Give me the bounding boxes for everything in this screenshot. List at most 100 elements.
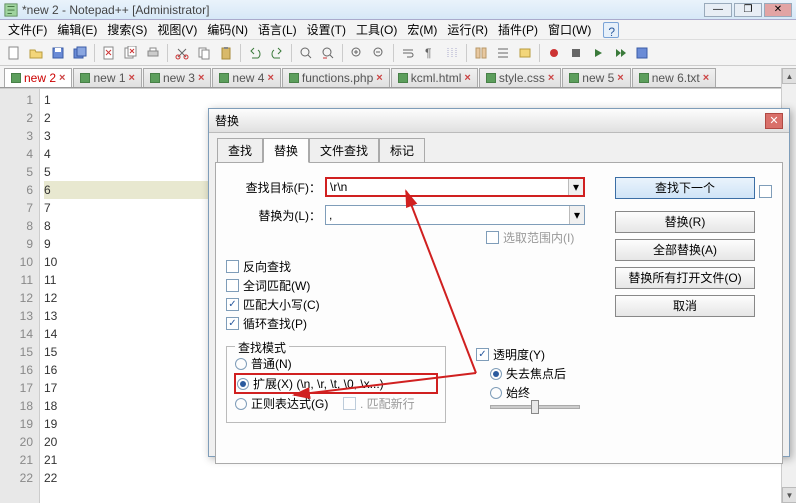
chevron-down-icon[interactable]: ▾ xyxy=(569,206,584,224)
menu-macro[interactable]: 宏(M) xyxy=(403,19,441,40)
tab-kcml-html[interactable]: kcml.html× xyxy=(391,68,478,87)
wrap-label: 循环查找(P) xyxy=(243,315,307,332)
dialog-tab-文件查找[interactable]: 文件查找 xyxy=(309,138,379,163)
tab-new-1[interactable]: new 1× xyxy=(73,68,141,87)
in-selection-checkbox[interactable] xyxy=(486,231,499,244)
tab-style-css[interactable]: style.css× xyxy=(479,68,561,87)
menu-file[interactable]: 文件(F) xyxy=(4,19,51,40)
dialog-tab-查找[interactable]: 查找 xyxy=(217,138,263,163)
replace-input[interactable] xyxy=(329,208,581,222)
regex-newline-checkbox[interactable] xyxy=(343,397,356,410)
find-next-extra-checkbox[interactable] xyxy=(759,185,772,198)
play-multi-icon[interactable] xyxy=(610,43,630,63)
find-icon[interactable] xyxy=(296,43,316,63)
file-icon xyxy=(569,73,579,83)
mode-normal-radio[interactable] xyxy=(235,358,247,370)
dialog-titlebar[interactable]: 替换 ✕ xyxy=(209,109,789,133)
close-icon[interactable]: × xyxy=(129,72,135,84)
menu-edit[interactable]: 编辑(E) xyxy=(53,19,101,40)
transparency-slider[interactable] xyxy=(490,405,580,409)
mode-regex-radio[interactable] xyxy=(235,398,247,410)
find-combobox[interactable]: ▾ xyxy=(325,177,585,197)
maximize-button[interactable]: ❐ xyxy=(734,3,762,17)
show-all-chars-icon[interactable]: ¶ xyxy=(420,43,440,63)
close-icon[interactable]: × xyxy=(198,72,204,84)
close-all-icon[interactable] xyxy=(121,43,141,63)
find-next-button[interactable]: 查找下一个 xyxy=(615,177,755,199)
close-icon[interactable]: × xyxy=(548,72,554,84)
redo-icon[interactable] xyxy=(267,43,287,63)
chevron-down-icon[interactable]: ▾ xyxy=(568,179,583,195)
file-icon xyxy=(150,73,160,83)
tab-new-6-txt[interactable]: new 6.txt× xyxy=(632,68,716,87)
close-button[interactable]: ✕ xyxy=(764,3,792,17)
on-lose-focus-label: 失去焦点后 xyxy=(506,365,566,382)
cancel-button[interactable]: 取消 xyxy=(615,295,755,317)
replace-combobox[interactable]: ▾ xyxy=(325,205,585,225)
on-lose-focus-radio[interactable] xyxy=(490,368,502,380)
tab-new-5[interactable]: new 5× xyxy=(562,68,630,87)
replace-label: 替换为(L)： xyxy=(226,207,321,224)
tab-new-4[interactable]: new 4× xyxy=(212,68,280,87)
find-input[interactable] xyxy=(330,180,580,194)
menu-run[interactable]: 运行(R) xyxy=(443,19,492,40)
transparency-checkbox[interactable] xyxy=(476,348,489,361)
undo-icon[interactable] xyxy=(245,43,265,63)
scroll-up-icon[interactable]: ▲ xyxy=(782,68,796,84)
indent-guide-icon[interactable] xyxy=(442,43,462,63)
menu-search[interactable]: 搜索(S) xyxy=(103,19,151,40)
menu-encoding[interactable]: 编码(N) xyxy=(203,19,252,40)
scroll-down-icon[interactable]: ▼ xyxy=(782,487,796,503)
menu-settings[interactable]: 设置(T) xyxy=(303,19,350,40)
copy-icon[interactable] xyxy=(194,43,214,63)
save-macro-icon[interactable] xyxy=(632,43,652,63)
dialog-close-button[interactable]: ✕ xyxy=(765,113,783,129)
wrap-icon[interactable] xyxy=(398,43,418,63)
record-macro-icon[interactable] xyxy=(544,43,564,63)
paste-icon[interactable] xyxy=(216,43,236,63)
menu-tools[interactable]: 工具(O) xyxy=(352,19,401,40)
close-icon[interactable]: × xyxy=(464,72,470,84)
file-icon xyxy=(80,73,90,83)
menu-language[interactable]: 语言(L) xyxy=(254,19,301,40)
tab-functions-php[interactable]: functions.php× xyxy=(282,68,390,87)
close-icon[interactable]: × xyxy=(267,72,273,84)
close-icon[interactable]: × xyxy=(376,72,382,84)
match-case-checkbox[interactable] xyxy=(226,298,239,311)
whole-word-checkbox[interactable] xyxy=(226,279,239,292)
doc-map-icon[interactable] xyxy=(471,43,491,63)
replace-button[interactable]: 替换(R) xyxy=(615,211,755,233)
close-icon[interactable]: × xyxy=(59,72,65,84)
close-file-icon[interactable] xyxy=(99,43,119,63)
new-file-icon[interactable] xyxy=(4,43,24,63)
open-file-icon[interactable] xyxy=(26,43,46,63)
menu-help[interactable]: ? xyxy=(603,22,619,38)
tab-new-2[interactable]: new 2× xyxy=(4,68,72,87)
close-icon[interactable]: × xyxy=(703,72,709,84)
folder-view-icon[interactable] xyxy=(515,43,535,63)
replace-in-open-button[interactable]: 替换所有打开文件(O) xyxy=(615,267,755,289)
cut-icon[interactable] xyxy=(172,43,192,63)
replace-all-button[interactable]: 全部替换(A) xyxy=(615,239,755,261)
menu-plugins[interactable]: 插件(P) xyxy=(494,19,542,40)
dialog-tab-标记[interactable]: 标记 xyxy=(379,138,425,163)
menu-window[interactable]: 窗口(W) xyxy=(544,19,595,40)
always-radio[interactable] xyxy=(490,387,502,399)
minimize-button[interactable]: — xyxy=(704,3,732,17)
save-all-icon[interactable] xyxy=(70,43,90,63)
reverse-checkbox[interactable] xyxy=(226,260,239,273)
zoom-in-icon[interactable] xyxy=(347,43,367,63)
mode-extended-radio[interactable] xyxy=(237,378,249,390)
save-icon[interactable] xyxy=(48,43,68,63)
print-icon[interactable] xyxy=(143,43,163,63)
wrap-checkbox[interactable] xyxy=(226,317,239,330)
func-list-icon[interactable] xyxy=(493,43,513,63)
replace-icon[interactable] xyxy=(318,43,338,63)
dialog-tab-替换[interactable]: 替换 xyxy=(263,138,309,163)
tab-new-3[interactable]: new 3× xyxy=(143,68,211,87)
play-macro-icon[interactable] xyxy=(588,43,608,63)
close-icon[interactable]: × xyxy=(617,72,623,84)
menu-view[interactable]: 视图(V) xyxy=(153,19,201,40)
zoom-out-icon[interactable] xyxy=(369,43,389,63)
stop-macro-icon[interactable] xyxy=(566,43,586,63)
